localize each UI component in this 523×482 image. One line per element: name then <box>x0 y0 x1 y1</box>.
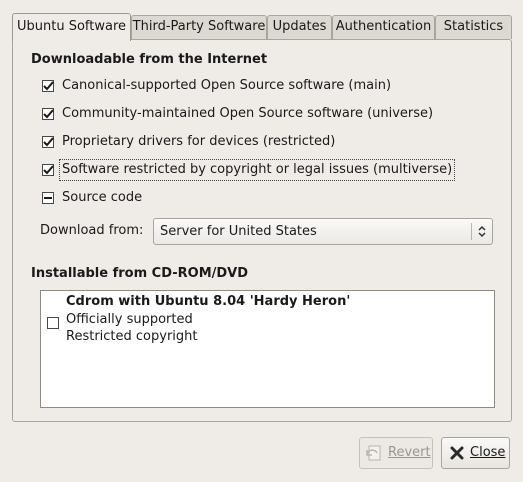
option-label: Community-maintained Open Source softwar… <box>62 106 434 121</box>
revert-button[interactable]: Revert <box>359 437 433 469</box>
tab-updates[interactable]: Updates <box>267 15 332 39</box>
combo-separator <box>471 223 472 240</box>
cdrom-copyright-line: Restricted copyright <box>66 329 198 344</box>
option-label: Software restricted by copyright or lega… <box>58 159 456 181</box>
cdrom-support-line: Officially supported <box>66 312 193 327</box>
tab-label: Third-Party Software <box>132 19 266 34</box>
download-server-value: Server for United States <box>160 224 317 239</box>
tab-label: Updates <box>272 19 327 34</box>
revert-icon <box>366 445 384 466</box>
tab-ubuntu-software[interactable]: Ubuntu Software <box>12 13 131 41</box>
tab-label: Ubuntu Software <box>16 19 127 34</box>
close-label: Close <box>470 445 506 460</box>
cdrom-name: Cdrom with Ubuntu 8.04 'Hardy Heron' <box>66 294 351 309</box>
option-label: Canonical-supported Open Source software… <box>62 78 392 93</box>
cdrom-checkbox[interactable] <box>47 317 59 329</box>
cdrom-list: Cdrom with Ubuntu 8.04 'Hardy Heron' Off… <box>40 290 495 408</box>
close-icon <box>449 445 465 465</box>
download-from-label: Download from: <box>40 223 144 238</box>
tab-third-party-software[interactable]: Third-Party Software <box>131 15 267 39</box>
tab-authentication[interactable]: Authentication <box>332 15 435 39</box>
close-button[interactable]: Close <box>441 437 510 469</box>
cdrom-section-title: Installable from CD-ROM/DVD <box>31 266 249 281</box>
tab-statistics[interactable]: Statistics <box>435 15 512 39</box>
internet-section-title: Downloadable from the Internet <box>31 52 268 67</box>
checkbox-mixed[interactable] <box>42 192 54 204</box>
checkbox-checked[interactable] <box>42 80 54 92</box>
checkbox-checked[interactable] <box>42 164 54 176</box>
option-label: Proprietary drivers for devices (restric… <box>62 134 336 149</box>
checkbox-checked[interactable] <box>42 108 54 120</box>
tab-label: Statistics <box>443 19 504 34</box>
revert-label: Revert <box>388 445 431 460</box>
tab-label: Authentication <box>335 19 432 34</box>
list-item[interactable]: Cdrom with Ubuntu 8.04 'Hardy Heron' Off… <box>41 291 494 351</box>
download-server-select[interactable]: Server for United States <box>153 218 493 245</box>
updown-arrows-icon <box>476 224 488 243</box>
option-label: Source code <box>62 190 143 205</box>
checkbox-checked[interactable] <box>42 136 54 148</box>
